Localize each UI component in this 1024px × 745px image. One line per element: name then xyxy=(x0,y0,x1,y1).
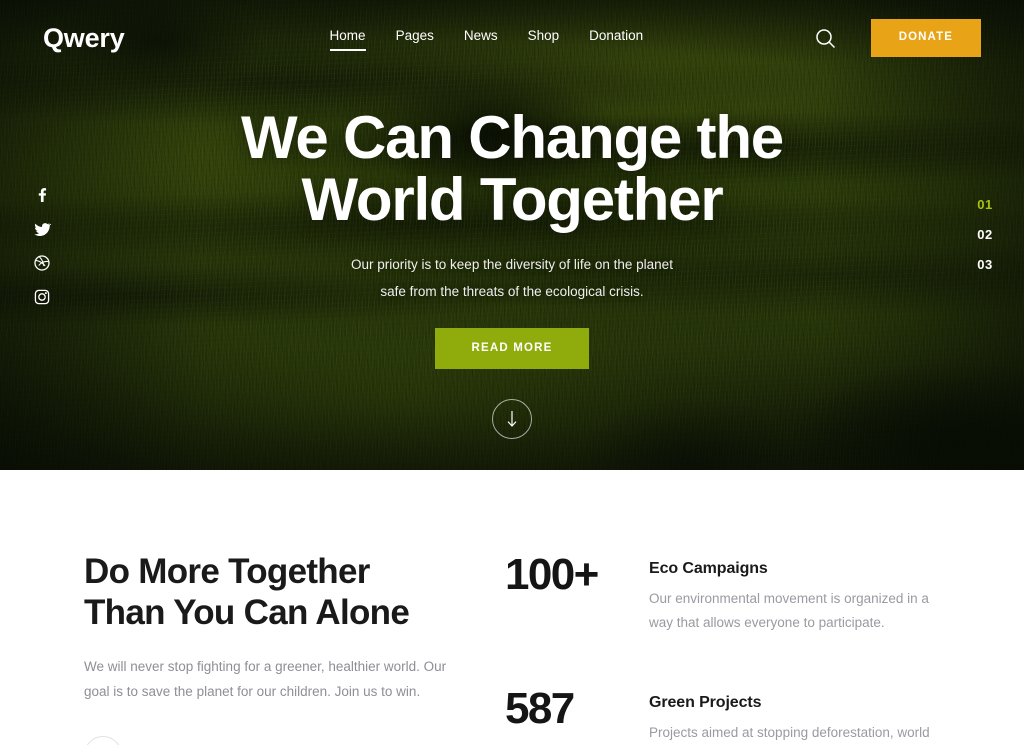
stat-title: Green Projects xyxy=(649,694,762,712)
stat-body: Eco Campaigns Our environmental movement… xyxy=(649,554,949,634)
twitter-icon[interactable] xyxy=(33,220,51,238)
hero-title-line-1: We Can Change the xyxy=(241,104,784,171)
about-paragraph: We will never stop fighting for a greene… xyxy=(84,658,447,699)
arrow-down-icon xyxy=(507,411,517,427)
hero-section: Qwery Home Pages News Shop Donation DONA… xyxy=(0,0,1024,470)
play-icon xyxy=(84,735,122,745)
hero-title-line-2: World Together xyxy=(301,166,724,234)
about-text-column: Do More Together Than You Can Alone We w… xyxy=(43,552,473,745)
hero-subtitle-line-1: Our priority is to keep the diversity of… xyxy=(351,256,673,272)
about-title-line-2: Than You Can Alone xyxy=(84,592,410,632)
stats-column: 100+ Eco Campaigns Our environmental mov… xyxy=(473,552,981,745)
scroll-down-button[interactable] xyxy=(492,399,532,439)
about-section: Do More Together Than You Can Alone We w… xyxy=(0,470,1024,745)
hero-subtitle: Our priority is to keep the diversity of… xyxy=(0,251,1024,305)
donate-button[interactable]: DONATE xyxy=(870,19,981,57)
slide-indicator-03[interactable]: 03 xyxy=(974,258,996,271)
stat-description: Projects aimed at stopping deforestation… xyxy=(649,725,930,741)
stat-title: Eco Campaigns xyxy=(649,560,768,577)
slide-indicator-02[interactable]: 02 xyxy=(974,228,996,241)
slider-pagination: 01 02 03 xyxy=(974,198,996,271)
stat-description: Our environmental movement is organized … xyxy=(649,591,929,630)
search-icon[interactable] xyxy=(815,27,837,49)
hero-subtitle-line-2: safe from the threats of the ecological … xyxy=(380,283,644,299)
about-title: Do More Together Than You Can Alone xyxy=(84,552,473,634)
social-links-rail xyxy=(33,186,51,306)
header-actions: DONATE xyxy=(815,19,981,57)
stat-number: 100+ xyxy=(505,550,599,599)
landing-page: Qwery Home Pages News Shop Donation DONA… xyxy=(0,0,1024,745)
stat-item: 587 Green Projects Projects aimed at sto… xyxy=(505,684,981,745)
video-presentation-link[interactable]: Video Presentation xyxy=(84,735,473,745)
stat-item: 100+ Eco Campaigns Our environmental mov… xyxy=(505,550,981,634)
stat-body: Green Projects Projects aimed at stoppin… xyxy=(649,688,949,745)
nav-item-pages[interactable]: Pages xyxy=(396,25,434,51)
main-navigation: Home Pages News Shop Donation xyxy=(329,25,643,51)
nav-item-shop[interactable]: Shop xyxy=(528,25,560,51)
slide-indicator-01[interactable]: 01 xyxy=(974,198,996,211)
stat-number: 587 xyxy=(505,684,575,734)
nav-item-home[interactable]: Home xyxy=(329,25,366,51)
dribbble-icon[interactable] xyxy=(33,254,51,272)
read-more-button[interactable]: READ MORE xyxy=(435,327,589,370)
instagram-icon[interactable] xyxy=(33,288,51,306)
about-title-line-1: Do More Together xyxy=(84,552,370,591)
nav-item-news[interactable]: News xyxy=(464,25,498,51)
facebook-icon[interactable] xyxy=(33,186,51,204)
nav-item-donation[interactable]: Donation xyxy=(589,25,643,51)
site-logo[interactable]: Qwery xyxy=(43,24,125,52)
hero-title: We Can Change the World Together xyxy=(0,104,1024,234)
site-header: Qwery Home Pages News Shop Donation DONA… xyxy=(0,0,1024,76)
